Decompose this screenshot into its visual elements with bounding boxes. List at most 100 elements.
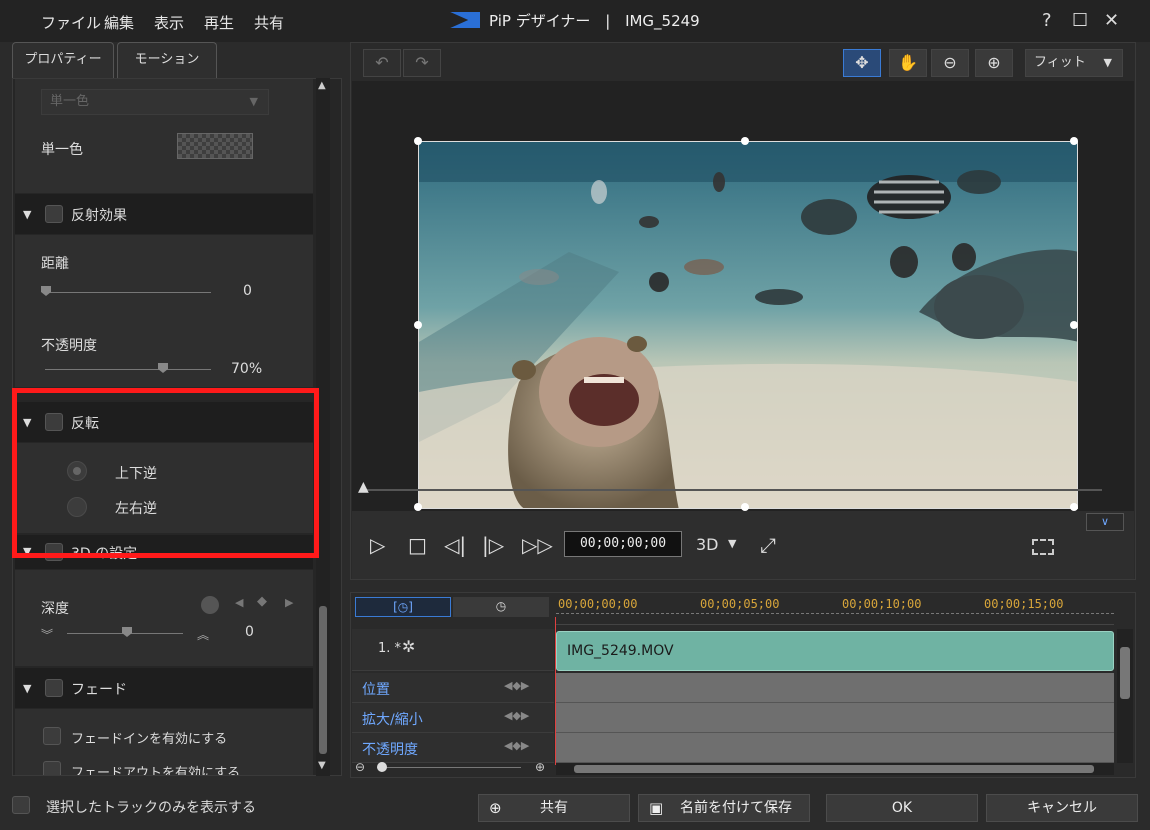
keyframe-row-opacity[interactable]: 不透明度 ◀◆▶ [352,733,554,763]
zoom-in-button[interactable]: ⊕ [975,49,1013,77]
seek-bar[interactable] [362,489,1102,491]
tab-motion[interactable]: モーション [117,42,217,78]
prev-keyframe-icon[interactable]: ◀◆▶ [504,679,529,692]
video-frame[interactable] [418,141,1078,509]
fade-in-checkbox[interactable] [43,727,61,745]
select-tool-button[interactable]: ✥ [843,49,881,77]
ok-button[interactable]: OK [826,794,978,822]
scroll-down-icon[interactable]: ▼ [318,760,326,771]
next-keyframe-icon[interactable]: ▶ [285,596,293,609]
fade-in-label: フェードインを有効にする [71,732,228,747]
resize-handle-bl[interactable] [414,503,422,511]
resize-handle-top[interactable] [741,137,749,145]
stop-icon[interactable]: □ [408,533,427,557]
stopwatch-icon[interactable] [201,596,219,614]
collapse-triangle-icon[interactable]: ▼ [23,208,31,221]
fade-checkbox[interactable] [45,679,63,697]
hand-tool-button[interactable]: ✋ [889,49,927,77]
share-button[interactable]: ⊕ 共有 [478,794,630,822]
prev-keyframe-icon[interactable]: ◀ [235,596,243,609]
distance-slider-thumb[interactable] [41,286,51,296]
zoom-in-icon[interactable]: ⊕ [535,760,545,774]
scroll-thumb[interactable] [1120,647,1130,699]
opacity-value: 70% [231,361,263,377]
resize-handle-right[interactable] [1070,321,1078,329]
keyframe-diamond-icon[interactable]: ◆ [257,594,267,609]
maximize-button[interactable]: ☐ [1072,10,1088,31]
3d-mode-button[interactable]: 3D [696,535,719,554]
opacity-slider-thumb[interactable] [158,363,168,373]
timeline-zoom-slider[interactable]: ⊖ ⊕ [355,760,551,775]
globe-icon: ⊕ [489,799,502,817]
keyframe-track[interactable] [556,673,1114,703]
save-as-button[interactable]: ▣ 名前を付けて保存 [638,794,810,822]
fade-out-checkbox[interactable] [43,761,61,775]
resize-handle-tr[interactable] [1070,137,1078,145]
zoom-track[interactable] [377,767,521,768]
depth-label: 深度 [41,601,69,617]
prev-keyframe-icon[interactable]: ◀◆▶ [504,709,529,722]
resize-handle-left[interactable] [414,321,422,329]
keyframe-track[interactable] [556,703,1114,733]
reflection-header[interactable]: ▼ 反射効果 [15,194,313,234]
keyframe-track[interactable] [556,733,1114,763]
fade-header[interactable]: ▼ フェード [15,668,313,708]
zoom-out-icon[interactable]: ⊖ [355,760,365,774]
distance-slider[interactable] [45,292,211,293]
help-button[interactable]: ? [1042,10,1052,31]
scroll-up-icon[interactable]: ▲ [318,80,326,91]
timeline-vscrollbar[interactable] [1117,629,1133,763]
resize-handle-tl[interactable] [414,137,422,145]
title-separator: | [605,12,611,30]
fade-title: フェード [71,682,127,698]
zoom-out-button[interactable]: ⊖ [931,49,969,77]
distance-value: 0 [243,283,252,299]
prev-frame-icon[interactable]: ◁| [444,533,466,557]
color-swatch[interactable] [177,133,253,159]
timecode-display[interactable]: 00;00;00;00 [564,531,682,557]
reflection-title: 反射効果 [71,208,127,224]
zoom-select[interactable]: フィット ▼ [1025,49,1123,77]
expand-button[interactable]: ∨ [1086,513,1124,531]
cancel-button[interactable]: キャンセル [986,794,1138,822]
next-frame-icon[interactable]: |▷ [482,533,504,557]
seek-thumb-icon[interactable]: ▲ [358,479,369,495]
resize-handle-br[interactable] [1070,503,1078,511]
track-header[interactable]: 1. * ✲ [352,629,554,671]
only-selected-checkbox[interactable] [12,796,30,814]
collapse-triangle-icon[interactable]: ▼ [23,682,31,695]
prev-keyframe-icon[interactable]: ◀◆▶ [504,739,529,752]
opacity-slider[interactable] [45,369,211,370]
tab-properties[interactable]: プロパティー [12,42,114,78]
zoom-out-icon: ⊖ [943,53,957,72]
keyframe-row-position[interactable]: 位置 ◀◆▶ [352,673,554,703]
timeline-mode-button[interactable]: [◷] [355,597,451,617]
zoom-thumb[interactable] [377,762,387,772]
reflection-checkbox[interactable] [45,205,63,223]
zoom-in-icon: ⊕ [987,53,1001,72]
safe-zone-icon[interactable] [1032,539,1054,555]
play-icon[interactable]: ▷ [370,533,385,557]
fullscreen-icon[interactable]: ⤢ [760,533,776,557]
undo-button[interactable]: ↶ [363,49,401,77]
time-ruler[interactable]: 00;00;00;00 00;00;05;00 00;00;10;00 00;0… [556,593,1114,625]
video-clip[interactable]: IMG_5249.MOV [556,631,1114,671]
redo-button[interactable]: ↷ [403,49,441,77]
preview-canvas[interactable] [352,81,1134,511]
resize-handle-bottom[interactable] [741,503,749,511]
scroll-thumb[interactable] [319,606,327,754]
close-button[interactable]: ✕ [1104,10,1119,31]
hand-icon: ✋ [898,53,918,72]
chevron-down-icon: ▼ [1103,56,1112,69]
keyframe-row-scale[interactable]: 拡大/縮小 ◀◆▶ [352,703,554,733]
fast-forward-icon[interactable]: ▷▷ [522,533,553,557]
scroll-thumb[interactable] [574,765,1094,773]
fill-type-dropdown[interactable]: 単一色 ▼ [41,89,269,115]
fade-body: フェードインを有効にする フェードアウトを有効にする [15,709,313,775]
chevron-down-icon[interactable]: ▼ [728,537,736,550]
timeline-hscrollbar[interactable] [556,763,1114,775]
depth-slider-thumb[interactable] [122,627,132,637]
highlight-box [12,388,319,558]
preview-panel: ↶ ↷ ✥ ✋ ⊖ ⊕ フィット ▼ ▲ ▷ □ ◁| |▷ ▷▷ 00;00;… [350,42,1136,580]
timeline-mode-button-2[interactable]: ◷ [453,597,549,617]
